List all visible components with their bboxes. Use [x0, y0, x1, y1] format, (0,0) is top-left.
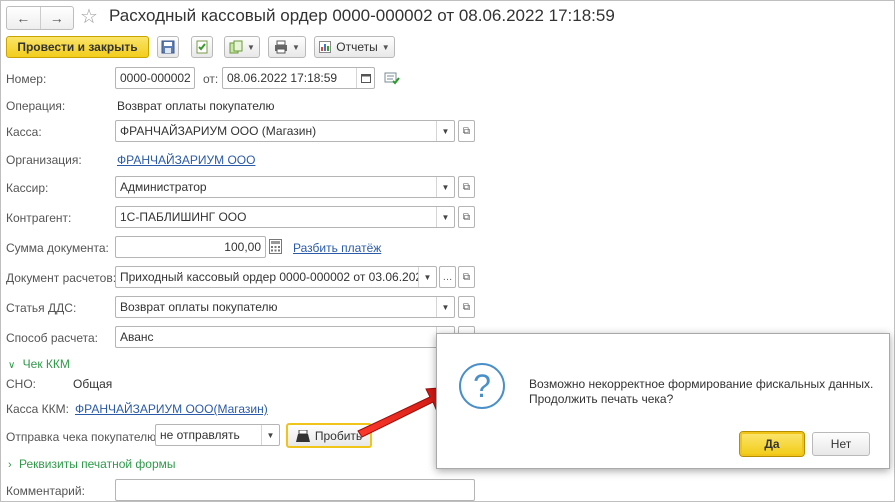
payment-method-value: Аванс	[120, 330, 154, 344]
comment-field[interactable]	[115, 479, 475, 501]
open-cashier-button[interactable]: ⧉	[458, 176, 475, 198]
save-icon	[161, 40, 175, 54]
chevron-down-icon[interactable]: ▼	[436, 297, 454, 317]
create-based-on-icon	[229, 40, 243, 54]
organization-label: Организация:	[6, 153, 82, 167]
post-button[interactable]	[191, 36, 213, 58]
settlement-doc-value: Приходный кассовый ордер 0000-000002 от …	[120, 270, 418, 284]
print-form-section-title: Реквизиты печатной формы	[19, 457, 176, 471]
dialog-message: Возможно некорректное формирование фиска…	[529, 377, 873, 407]
chevron-down-icon: ∨	[8, 360, 16, 371]
forward-button[interactable]: →	[39, 7, 74, 29]
chevron-down-icon[interactable]: ▼	[261, 425, 279, 445]
post-document-icon	[196, 40, 208, 54]
chevron-down-icon: ▼	[381, 42, 390, 52]
number-label: Номер:	[6, 72, 47, 86]
chevron-down-icon[interactable]: ▼	[436, 121, 454, 141]
open-link-icon: ⧉	[462, 301, 471, 313]
confirmation-dialog: ? Возможно некорректное формирование фис…	[436, 333, 890, 469]
receipt-section-toggle[interactable]: ∨ Чек ККМ	[8, 357, 70, 371]
open-cashflow-item-button[interactable]: ⧉	[458, 296, 475, 318]
window-title: Расходный кассовый ордер 0000-000002 от …	[109, 6, 615, 25]
kkm-link[interactable]: ФРАНЧАЙЗАРИУМ ООО(Магазин)	[75, 402, 268, 416]
payment-method-select[interactable]: Аванс ▼	[115, 326, 455, 348]
print-form-section-toggle[interactable]: › Реквизиты печатной формы	[8, 457, 176, 471]
organization-link[interactable]: ФРАНЧАЙЗАРИУМ ООО	[117, 153, 255, 167]
counterparty-label: Контрагент:	[6, 211, 72, 225]
counterparty-select[interactable]: 1С-ПАБЛИШИНГ ООО ▼	[115, 206, 455, 228]
number-field[interactable]: 0000-000002	[115, 67, 195, 89]
select-settlement-doc-button[interactable]: …	[439, 266, 456, 288]
receipt-section-title: Чек ККМ	[22, 357, 70, 371]
chevron-right-icon: ›	[8, 459, 12, 471]
sno-label: СНО:	[6, 377, 36, 391]
cashier-select[interactable]: Администратор ▼	[115, 176, 455, 198]
open-settlement-doc-button[interactable]: ⧉	[458, 266, 475, 288]
split-payment-link[interactable]: Разбить платёж	[293, 241, 381, 255]
date-field[interactable]: 08.06.2022 17:18:59	[222, 67, 375, 89]
yes-button[interactable]: Да	[739, 431, 805, 457]
send-receipt-value: не отправлять	[160, 428, 240, 442]
chevron-down-icon: ▼	[292, 42, 300, 52]
number-value: 0000-000002	[120, 71, 191, 85]
no-button[interactable]: Нет	[812, 432, 870, 456]
send-receipt-select[interactable]: не отправлять ▼	[155, 424, 280, 446]
nav-buttons: ← →	[6, 6, 74, 30]
reports-button[interactable]: Отчеты ▼	[314, 36, 395, 58]
operation-value: Возврат оплаты покупателю	[117, 99, 275, 113]
open-counterparty-button[interactable]: ⧉	[458, 206, 475, 228]
chevron-down-icon[interactable]: ▼	[436, 207, 454, 227]
save-button[interactable]	[157, 36, 179, 58]
amount-field[interactable]: 100,00	[115, 236, 266, 258]
cashflow-item-label: Статья ДДС:	[6, 301, 77, 315]
dialog-message-line2: Продолжить печать чека?	[529, 392, 674, 406]
reports-label: Отчеты	[336, 40, 378, 54]
open-cashbox-button[interactable]: ⧉	[458, 120, 475, 142]
date-value: 08.06.2022 17:18:59	[227, 71, 338, 85]
calculator-icon[interactable]	[269, 239, 282, 257]
settlement-doc-select[interactable]: Приходный кассовый ордер 0000-000002 от …	[115, 266, 437, 288]
dialog-message-line1: Возможно некорректное формирование фиска…	[529, 377, 874, 391]
amount-value: 100,00	[224, 240, 261, 254]
chevron-down-icon: ▼	[247, 42, 255, 52]
sno-value: Общая	[73, 377, 113, 391]
cashier-value: Администратор	[120, 180, 207, 194]
document-status-icon[interactable]	[384, 70, 400, 89]
chevron-down-icon[interactable]: ▼	[418, 267, 436, 287]
settlement-doc-label: Документ расчетов:	[6, 271, 117, 285]
cashbox-label: Касса:	[6, 125, 42, 139]
post-and-close-button[interactable]: Провести и закрыть	[6, 36, 149, 58]
reports-icon	[319, 41, 332, 53]
cashflow-item-value: Возврат оплаты покупателю	[120, 300, 278, 314]
open-link-icon: ⧉	[462, 125, 471, 137]
date-label: от:	[203, 72, 219, 86]
kkm-label: Касса ККМ:	[6, 402, 69, 416]
send-receipt-label: Отправка чека покупателю:	[6, 430, 160, 444]
payment-method-label: Способ расчета:	[6, 331, 98, 345]
operation-label: Операция:	[6, 99, 66, 113]
cashbox-value: ФРАНЧАЙЗАРИУМ ООО (Магазин)	[120, 124, 317, 138]
print-button[interactable]: ▼	[268, 36, 306, 58]
favorite-star-icon[interactable]: ☆	[80, 4, 98, 29]
printer-icon	[275, 40, 288, 54]
question-glyph: ?	[473, 368, 491, 404]
cashbox-select[interactable]: ФРАНЧАЙЗАРИУМ ООО (Магазин) ▼	[115, 120, 455, 142]
open-link-icon: ⧉	[462, 181, 471, 193]
open-link-icon: ⧉	[462, 211, 471, 223]
chevron-down-icon[interactable]: ▼	[436, 177, 454, 197]
open-link-icon: ⧉	[462, 271, 471, 283]
cash-register-icon	[295, 429, 310, 442]
cashflow-item-select[interactable]: Возврат оплаты покупателю ▼	[115, 296, 455, 318]
cashier-label: Кассир:	[6, 181, 49, 195]
counterparty-value: 1С-ПАБЛИШИНГ ООО	[120, 210, 247, 224]
comment-label: Комментарий:	[6, 484, 85, 498]
ellipsis-icon: …	[442, 271, 453, 283]
create-based-on-button[interactable]: ▼	[224, 36, 260, 58]
back-button[interactable]: ←	[7, 7, 40, 29]
calendar-icon[interactable]	[356, 68, 374, 88]
amount-label: Сумма документа:	[6, 241, 109, 255]
